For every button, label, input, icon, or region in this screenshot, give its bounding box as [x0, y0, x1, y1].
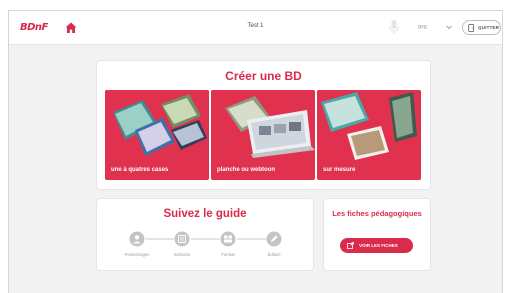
guide-step-label: Édition [267, 252, 281, 257]
exit-door-icon [468, 24, 475, 32]
guide-steps: Personnages Scénario Format Édition [97, 231, 313, 267]
app-window: BDnF Test 1 gxg QUITTER Créer une BD une… [8, 10, 503, 293]
fiches-title: Les fiches pédagogiques [332, 209, 422, 218]
edit-icon[interactable] [266, 231, 282, 247]
user-name[interactable]: gxg [418, 24, 427, 30]
custom-illustration [317, 90, 421, 160]
view-fiches-label: VOIR LES FICHES [359, 243, 398, 248]
format-icon[interactable] [220, 231, 236, 247]
create-bd-panel: Créer une BD une à quatres cases planche… [97, 61, 430, 189]
create-title: Créer une BD [225, 69, 302, 83]
external-link-icon [347, 242, 354, 249]
guide-step-label: Scénario [173, 252, 191, 257]
guide-step-label: Format [221, 252, 235, 257]
card-label: planche ou webtoon [217, 167, 275, 173]
guide-step-label: Personnages [124, 252, 150, 257]
card-four-panels[interactable]: une à quatres cases [105, 90, 209, 180]
card-page-webtoon[interactable]: planche ou webtoon [211, 90, 315, 180]
card-label: une à quatres cases [111, 167, 169, 173]
fiches-panel: Les fiches pédagogiques VOIR LES FICHES [324, 199, 430, 270]
card-label: sur mesure [323, 167, 356, 173]
page-webtoon-illustration [211, 90, 315, 160]
quit-label: QUITTER [478, 25, 500, 30]
top-bar: BDnF Test 1 gxg QUITTER [9, 11, 502, 45]
view-fiches-button[interactable]: VOIR LES FICHES [340, 238, 413, 253]
character-icon[interactable] [129, 231, 145, 247]
card-custom[interactable]: sur mesure [317, 90, 421, 180]
quit-button[interactable]: QUITTER [462, 20, 501, 35]
four-panels-illustration [105, 90, 209, 160]
guide-panel: Suivez le guide Personnages Scénario For… [97, 199, 313, 270]
microphone-icon[interactable] [387, 19, 401, 36]
chevron-down-icon[interactable] [445, 23, 453, 31]
script-icon[interactable] [174, 231, 190, 247]
guide-title: Suivez le guide [163, 208, 247, 220]
document-title[interactable]: Test 1 [9, 23, 502, 29]
